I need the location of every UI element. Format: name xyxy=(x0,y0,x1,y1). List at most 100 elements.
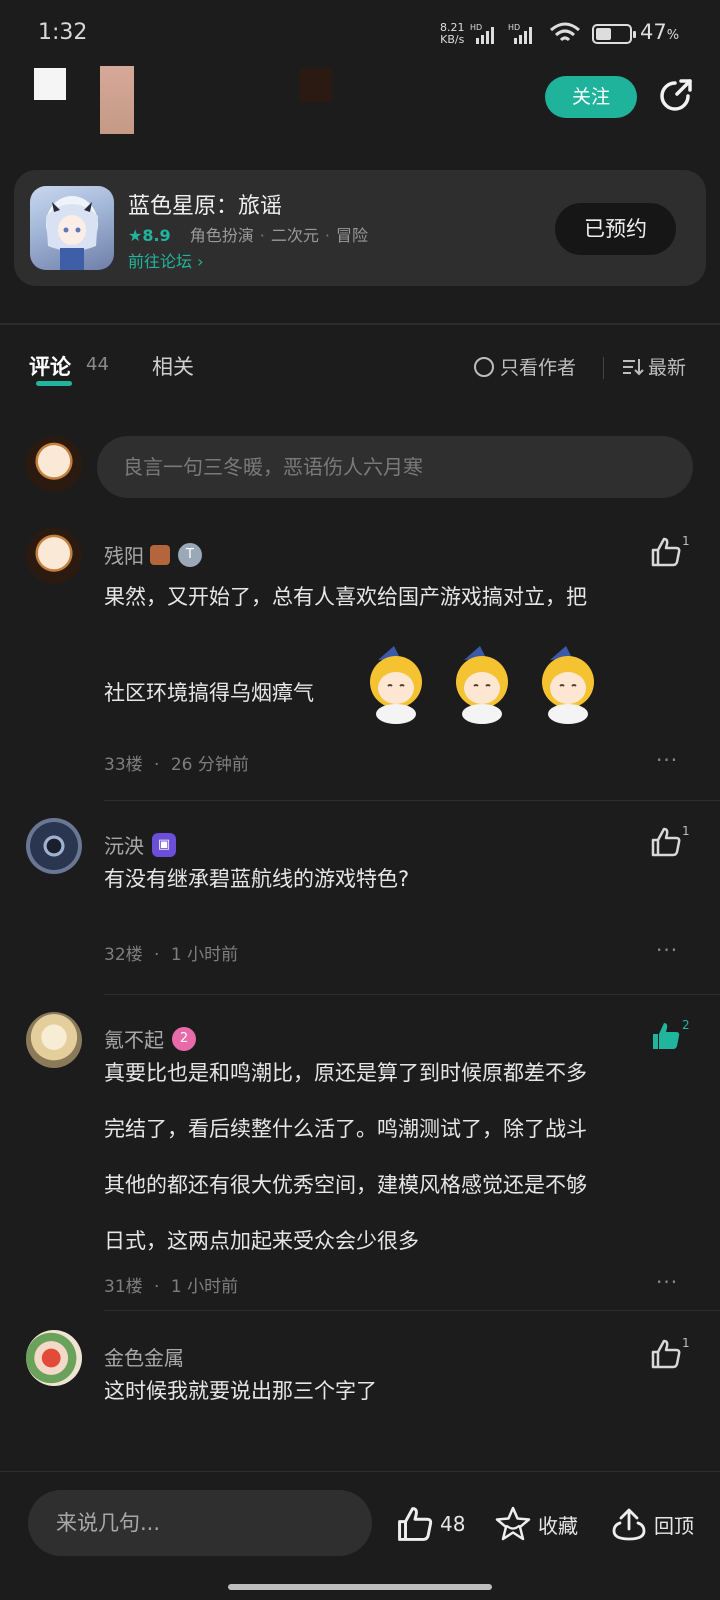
signal-icon-2: HD xyxy=(508,23,532,44)
level-badge-icon: 2 xyxy=(172,1026,196,1051)
username: 残阳 xyxy=(104,544,144,568)
game-meta: ★8.9 角色扮演 · 二次元 · 冒险 xyxy=(128,226,369,245)
like-count: 1 xyxy=(682,1336,690,1350)
game-name: 蓝色星原：旅谣 xyxy=(128,194,283,219)
comment-text-line: 果然，又开始了，总有人喜欢给国产游戏搞对立，把 xyxy=(104,585,587,609)
battery-fill xyxy=(596,28,612,40)
comment-text-line: 完结了，看后续整什么活了。鸣潮测试了，除了战斗 xyxy=(104,1117,587,1141)
comment-user[interactable]: 沅泱 ▣ xyxy=(104,830,176,859)
signal-hd-label: HD xyxy=(470,23,482,32)
home-indicator[interactable] xyxy=(228,1584,492,1590)
author-only-label: 只看作者 xyxy=(500,357,577,379)
author-badge-icon xyxy=(300,68,332,102)
comment-text-line: 有没有继承碧蓝航线的游戏特色? xyxy=(104,867,410,891)
floor-number: 31楼 xyxy=(104,1277,143,1297)
like-icon[interactable] xyxy=(650,826,682,858)
avatar[interactable] xyxy=(26,1330,82,1386)
back-button[interactable] xyxy=(34,68,66,100)
comment-text-line: 真要比也是和鸣潮比，原还是算了到时候原都差不多 xyxy=(104,1061,587,1085)
avatar[interactable] xyxy=(26,818,82,874)
like-count: 1 xyxy=(682,824,690,838)
my-avatar xyxy=(26,436,82,492)
more-icon[interactable]: ··· xyxy=(656,1270,678,1294)
comment-user[interactable]: 金色金属 xyxy=(104,1342,184,1371)
divider xyxy=(104,1310,720,1311)
back-to-top-button[interactable]: 回顶 xyxy=(610,1505,694,1543)
game-tag: 二次元 xyxy=(270,226,319,245)
avatar[interactable] xyxy=(26,1012,82,1068)
chevron-right-icon: › xyxy=(197,252,204,271)
comments-count: 44 xyxy=(86,354,109,375)
gamepad-badge-icon: ▣ xyxy=(152,832,176,857)
comment-text-line: 这时候我就要说出那三个字了 xyxy=(104,1379,377,1403)
favorite-button[interactable]: 收藏 xyxy=(494,1505,578,1543)
status-time: 1:32 xyxy=(38,20,88,45)
avatar[interactable] xyxy=(26,528,82,584)
share-icon[interactable] xyxy=(655,76,695,116)
game-card[interactable]: 蓝色星原：旅谣 ★8.9 角色扮演 · 二次元 · 冒险 前往论坛 › 已预约 xyxy=(14,170,706,286)
comment-meta: 31楼 · 1 小时前 xyxy=(104,1277,239,1297)
comment-meta: 33楼 · 26 分钟前 xyxy=(104,755,249,775)
tab-related[interactable]: 相关 xyxy=(152,351,194,381)
like-icon[interactable] xyxy=(650,536,682,568)
favorite-label: 收藏 xyxy=(538,1513,578,1538)
network-speed-unit: KB/s xyxy=(440,33,465,46)
like-count: 2 xyxy=(682,1018,690,1032)
back-to-top-label: 回顶 xyxy=(654,1513,694,1538)
bottom-comment-input[interactable]: 来说几句... xyxy=(28,1490,372,1556)
battery-icon xyxy=(592,24,636,44)
star-icon xyxy=(495,1506,531,1541)
author-only-toggle[interactable]: 只看作者 xyxy=(474,353,576,380)
wifi-icon xyxy=(550,22,580,42)
tab-active-indicator xyxy=(36,381,72,386)
sticker-image xyxy=(370,646,422,724)
comment-time: 26 分钟前 xyxy=(170,755,249,775)
comment-text-line: 其他的都还有很大优秀空间，建模风格感觉还是不够 xyxy=(104,1173,587,1197)
username: 沅泱 xyxy=(104,834,144,858)
divider xyxy=(0,323,720,325)
comment-tabs: 评论 44 相关 只看作者 最新 xyxy=(0,345,720,391)
medal-icon xyxy=(150,544,170,565)
comment-input[interactable]: 良言一句三冬暖，恶语伤人六月寒 xyxy=(97,436,693,498)
username: 金色金属 xyxy=(104,1346,184,1370)
game-rating: ★8.9 xyxy=(128,226,171,245)
sticker-image xyxy=(542,646,594,724)
level-badge-icon: T xyxy=(178,542,202,567)
game-tag: 冒险 xyxy=(336,226,369,245)
floor-number: 32楼 xyxy=(104,945,143,965)
comment-user[interactable]: 氪不起 2 xyxy=(104,1024,196,1053)
tab-comments[interactable]: 评论 xyxy=(29,351,71,381)
sticker-row xyxy=(364,644,600,724)
game-tag: 角色扮演 xyxy=(189,226,254,245)
sort-label: 最新 xyxy=(648,357,687,379)
network-speed: 8.21 KB/s xyxy=(440,22,465,46)
divider xyxy=(0,1471,720,1472)
bottom-like-count: 48 xyxy=(440,1512,466,1536)
more-icon[interactable]: ··· xyxy=(656,748,678,772)
like-icon[interactable] xyxy=(650,1338,682,1370)
author-avatar[interactable] xyxy=(100,66,134,134)
signal-hd-label-2: HD xyxy=(508,23,520,32)
radio-circle-icon xyxy=(474,356,494,377)
reserved-button[interactable]: 已预约 xyxy=(555,203,676,255)
comment-user[interactable]: 残阳 T xyxy=(104,540,202,569)
divider xyxy=(104,994,720,995)
comment-meta: 32楼 · 1 小时前 xyxy=(104,945,239,965)
floor-number: 33楼 xyxy=(104,755,143,775)
like-icon xyxy=(398,1507,433,1541)
like-count: 1 xyxy=(682,534,690,548)
status-bar: 1:32 8.21 KB/s HD HD 47% xyxy=(0,0,720,62)
forum-link[interactable]: 前往论坛 › xyxy=(128,248,204,272)
username: 氪不起 xyxy=(104,1028,164,1052)
divider xyxy=(104,800,720,801)
comment-text-line: 日式，这两点加起来受众会少很多 xyxy=(104,1229,419,1253)
like-icon-active[interactable] xyxy=(650,1020,682,1052)
sort-button[interactable]: 最新 xyxy=(622,353,686,380)
post-page: 1:32 8.21 KB/s HD HD 47% 关注 蓝色星原：旅谣 ★8.9… xyxy=(0,0,720,1600)
upload-arrow-icon xyxy=(612,1508,646,1541)
post-header: 关注 xyxy=(0,62,720,154)
bottom-like-button[interactable]: 48 xyxy=(396,1505,465,1543)
follow-button[interactable]: 关注 xyxy=(545,76,637,118)
more-icon[interactable]: ··· xyxy=(656,938,678,962)
comment-time: 1 小时前 xyxy=(170,1277,239,1297)
